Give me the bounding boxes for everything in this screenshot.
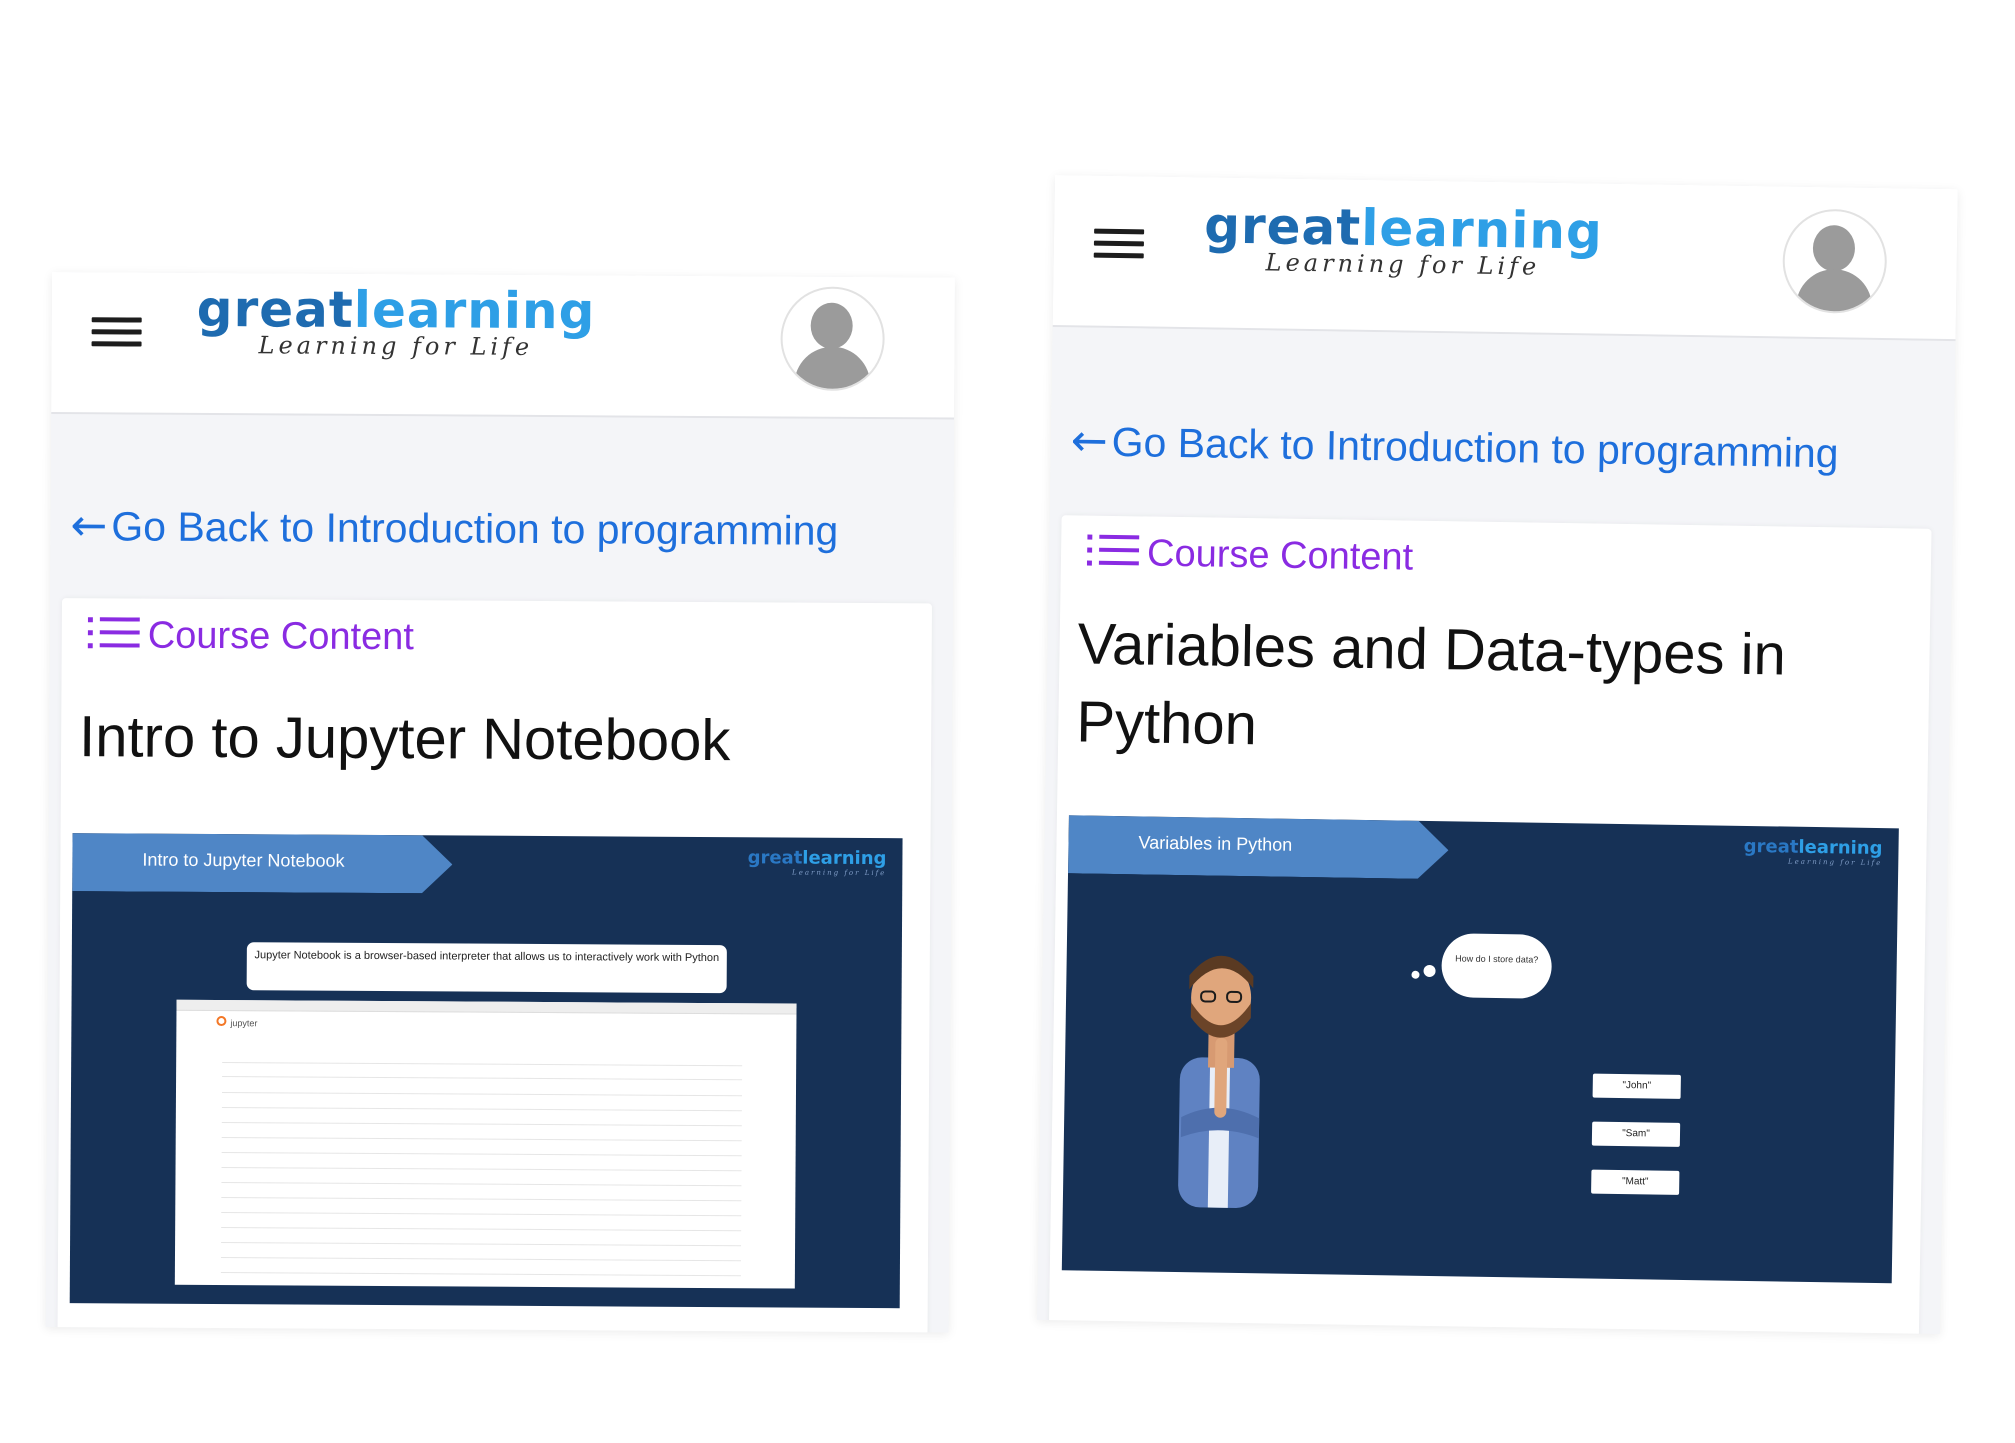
great-learning-logo[interactable]: greatlearning Learning for Life — [196, 279, 596, 373]
app-header: greatlearning Learning for Life — [51, 272, 955, 420]
back-link[interactable]: ←Go Back to Introduction to programming — [70, 500, 838, 556]
back-link-label: Go Back to Introduction to programming — [1111, 418, 1839, 477]
course-content-label: Course Content — [1146, 532, 1414, 579]
jupyter-logo-icon — [216, 1016, 227, 1027]
arrow-left-icon: ← — [70, 500, 108, 552]
slide-banner-title: Variables in Python — [1138, 832, 1293, 855]
jupyter-screenshot: jupyter — [174, 999, 797, 1289]
slide-logo-tagline: Learning for Life — [792, 868, 887, 878]
menu-icon[interactable] — [1093, 222, 1145, 263]
thought-puff-small — [1411, 970, 1420, 979]
avatar-icon[interactable] — [1781, 208, 1888, 315]
menu-icon[interactable] — [91, 310, 142, 350]
logo-brand-great: great — [196, 279, 354, 339]
list-icon — [87, 617, 140, 649]
back-link-label: Go Back to Introduction to programming — [111, 503, 839, 554]
lesson-card: Course Content Intro to Jupyter Notebook… — [57, 598, 932, 1333]
lesson-title: Variables and Data-types in Python — [1075, 611, 1787, 758]
phone-screen-right: greatlearning Learning for Life ←Go Back… — [1037, 175, 1958, 1335]
name-tag: "Matt" — [1591, 1169, 1680, 1195]
slide-logo-learning: learning — [802, 847, 887, 870]
great-learning-logo[interactable]: greatlearning Learning for Life — [1203, 196, 1603, 293]
thought-bubble: How do I store data? — [1441, 933, 1553, 999]
name-tag: "Sam" — [1591, 1121, 1681, 1147]
thinking-man-illustration — [1178, 955, 1260, 1208]
lesson-card: Course Content Variables and Data-types … — [1048, 515, 1932, 1335]
slide-callout: Jupyter Notebook is a browser-based inte… — [246, 942, 727, 994]
lesson-video-slide[interactable]: Intro to Jupyter Notebook greatlearning … — [69, 833, 903, 1309]
app-header: greatlearning Learning for Life — [1052, 175, 1958, 342]
thought-puff-medium — [1423, 964, 1436, 978]
logo-tagline: Learning for Life — [258, 331, 534, 361]
jupyter-app-name: jupyter — [230, 1018, 258, 1029]
phone-screen-left: greatlearning Learning for Life ←Go Back… — [45, 272, 955, 1333]
course-content-button[interactable]: Course Content — [87, 614, 415, 659]
avatar-icon[interactable] — [780, 286, 885, 392]
slide-logo-learning: learning — [1798, 836, 1883, 860]
lesson-title: Intro to Jupyter Notebook — [78, 704, 731, 774]
slide-logo-tagline: Learning for Life — [1787, 857, 1883, 868]
slide-logo-great: great — [1743, 835, 1799, 858]
lesson-video-slide[interactable]: Variables in Python greatlearning Learni… — [1061, 815, 1899, 1284]
logo-tagline: Learning for Life — [1265, 248, 1541, 281]
course-content-label: Course Content — [147, 614, 415, 659]
slide-logo: greatlearning Learning for Life — [1743, 835, 1883, 868]
slide-logo-great: great — [747, 847, 803, 869]
slide-banner-title: Intro to Jupyter Notebook — [142, 849, 345, 871]
list-icon — [1086, 534, 1140, 566]
name-tag: "John" — [1592, 1073, 1681, 1099]
course-content-button[interactable]: Course Content — [1086, 532, 1414, 580]
arrow-left-icon: ← — [1070, 415, 1109, 467]
back-link[interactable]: ←Go Back to Introduction to programming — [1070, 415, 1839, 478]
slide-logo: greatlearning Learning for Life — [747, 847, 887, 878]
